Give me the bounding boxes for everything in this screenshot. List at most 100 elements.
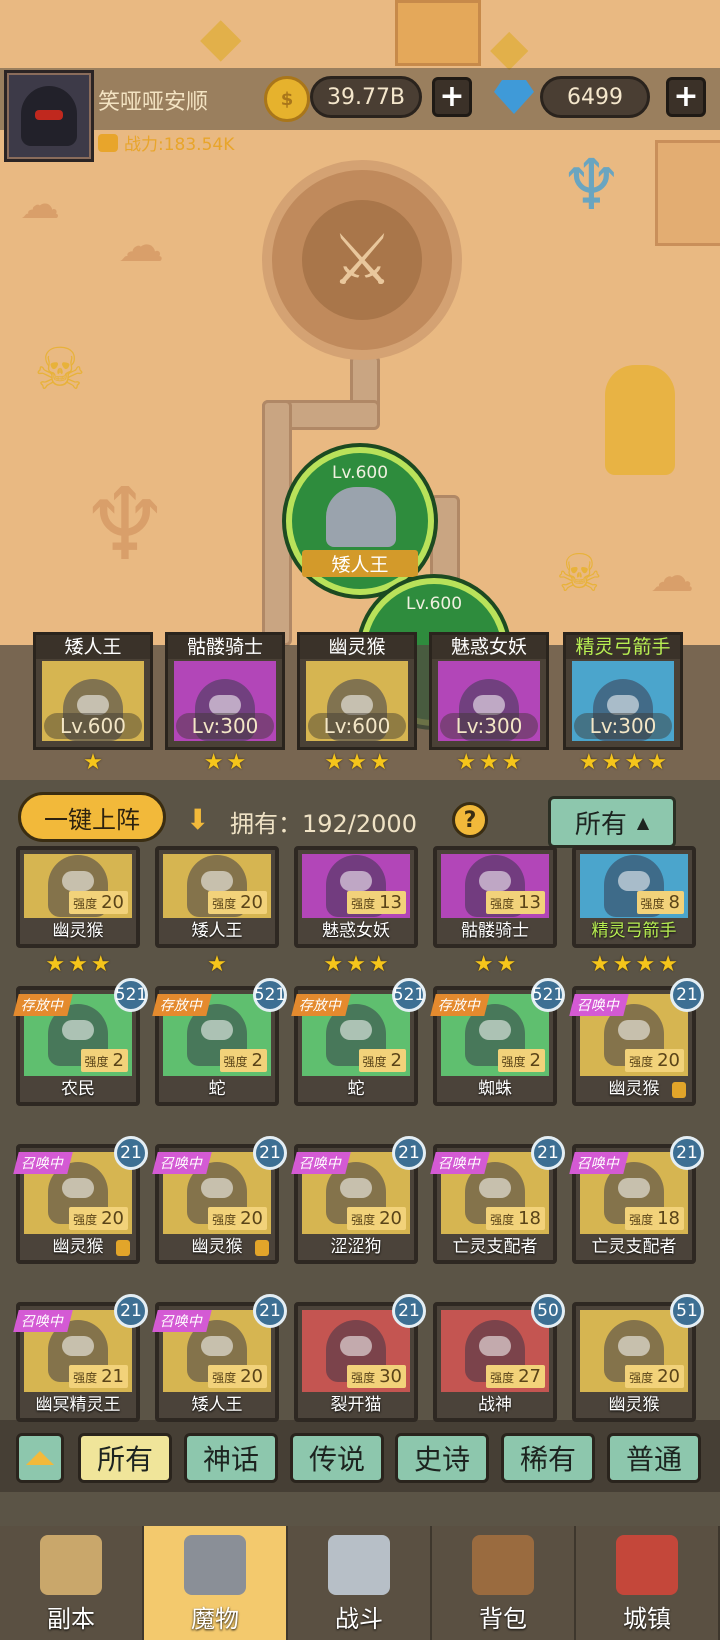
strength-label: 强度	[212, 1213, 237, 1227]
strength-label: 强度	[223, 1055, 248, 1069]
monster-card[interactable]: 强度 13 魅惑女妖	[294, 846, 418, 948]
building-icon	[655, 140, 720, 246]
monster-name: 魅惑女妖	[322, 921, 390, 941]
star-icon: ★	[601, 750, 622, 775]
monster-card[interactable]: 强度 20 矮人王	[155, 846, 279, 948]
star-icon: ★	[624, 750, 645, 775]
team-slot-level: Lv:600	[308, 713, 406, 739]
filter-dropdown[interactable]: 所有 ▲	[548, 796, 676, 848]
monster-count-badge: 21	[670, 978, 704, 1012]
battle-emblem[interactable]: ⚔	[262, 160, 462, 360]
monster-card[interactable]: 强度 13 骷髅骑士	[433, 846, 557, 948]
monster-card[interactable]: 强度 20 幽灵猴 召唤中 21	[13, 1136, 148, 1264]
monster-card[interactable]: 强度 2 蜘蛛 存放中 521	[430, 978, 565, 1106]
monster-card[interactable]: 强度 18 亡灵支配者 召唤中 21	[569, 1136, 704, 1264]
monster-card[interactable]: 强度 20 幽灵猴 召唤中 21	[152, 1136, 287, 1264]
strength-label: 强度	[212, 897, 237, 911]
nav-tab-4[interactable]: 背包	[432, 1526, 576, 1640]
add-gold-button[interactable]: +	[432, 77, 472, 117]
player-avatar[interactable]	[4, 70, 94, 162]
monster-card[interactable]: 强度 20 矮人王 召唤中 21	[152, 1294, 287, 1422]
star-icon: ★	[590, 952, 610, 977]
collapse-button[interactable]	[16, 1433, 64, 1483]
monster-card[interactable]: 强度 20 涩涩狗 召唤中 21	[291, 1136, 426, 1264]
rarity-filter-3[interactable]: 传说	[290, 1433, 384, 1483]
star-icon: ★	[612, 952, 633, 977]
stored-tag: 存放中	[430, 994, 490, 1016]
monster-count-badge: 521	[253, 978, 287, 1012]
strength-value: 13	[518, 892, 541, 913]
map-node-current[interactable]: Lv.600 矮人王	[286, 447, 434, 595]
strength-badge: 强度 2	[80, 1049, 128, 1072]
monster-card[interactable]: 强度 20 幽灵猴	[16, 846, 140, 948]
star-icon: ★	[45, 952, 66, 977]
nav-tab-label: 战斗	[335, 1605, 383, 1633]
summoning-tag: 召唤中	[430, 1152, 490, 1174]
nav-tab-2[interactable]: 魔物	[144, 1526, 288, 1640]
knight-helmet-icon	[184, 1535, 246, 1595]
monster-card[interactable]: 强度 30 裂开猫 21	[294, 1294, 426, 1422]
auto-deploy-button[interactable]: 一键上阵	[18, 792, 166, 842]
monster-card[interactable]: 强度 21 幽冥精灵王 召唤中 21	[13, 1294, 148, 1422]
rarity-filter-6[interactable]: 普通	[607, 1433, 701, 1483]
strength-badge: 强度 20	[208, 891, 267, 914]
strength-badge: 强度 20	[208, 1365, 267, 1388]
strength-badge: 强度 13	[347, 891, 406, 914]
strength-label: 强度	[351, 1371, 376, 1385]
summoning-tag: 召唤中	[569, 994, 629, 1016]
strength-label: 强度	[84, 1055, 109, 1069]
skull-icon: ☠	[556, 544, 603, 604]
add-gems-button[interactable]: +	[666, 77, 706, 117]
team-slot-4[interactable]: 魅惑女妖 Lv:300	[429, 632, 549, 750]
strength-badge: 强度 8	[636, 891, 684, 914]
team-slot-name: 精灵弓箭手	[566, 635, 680, 659]
star-icon: ★	[368, 952, 389, 977]
monster-name: 骷髅骑士	[461, 921, 529, 941]
strength-badge: 强度 13	[486, 891, 545, 914]
monster-card[interactable]: 强度 20 幽灵猴 召唤中 21	[569, 978, 704, 1106]
strength-badge: 强度 27	[486, 1365, 545, 1388]
monster-card[interactable]: 强度 2 蛇 存放中 521	[152, 978, 287, 1106]
nav-tab-1[interactable]: 副本	[0, 1526, 144, 1640]
town-shop-icon	[616, 1535, 678, 1595]
star-rating: ★ ★ ★ ★	[572, 954, 696, 976]
star-icon: ★	[226, 750, 247, 775]
monster-card[interactable]: 强度 8 精灵弓箭手	[572, 846, 696, 948]
team-slot-5[interactable]: 精灵弓箭手 Lv:300	[563, 632, 683, 750]
strength-value: 20	[657, 1050, 680, 1071]
nav-tab-3[interactable]: 战斗	[288, 1526, 432, 1640]
monster-card[interactable]: 强度 27 战神 50	[433, 1294, 565, 1422]
monster-card[interactable]: 强度 20 幽灵猴 51	[572, 1294, 704, 1422]
team-slot-2[interactable]: 骷髅骑士 Lv:300	[165, 632, 285, 750]
rarity-filter-1[interactable]: 所有	[78, 1433, 172, 1483]
summoning-tag: 召唤中	[291, 1152, 351, 1174]
star-icon: ★	[579, 750, 599, 775]
rarity-filter-4[interactable]: 史诗	[395, 1433, 489, 1483]
node-level: Lv.600	[405, 594, 463, 614]
rarity-filter-5[interactable]: 稀有	[501, 1433, 595, 1483]
team-slot-1[interactable]: 矮人王 Lv.600	[33, 632, 153, 750]
monster-count-badge: 521	[531, 978, 565, 1012]
strength-label: 强度	[490, 897, 515, 911]
gold-amount: 39.77B	[310, 76, 422, 118]
help-button[interactable]: ?	[452, 802, 488, 838]
strength-badge: 强度 20	[69, 1207, 128, 1230]
nav-tab-5[interactable]: 城镇	[576, 1526, 720, 1640]
strength-badge: 强度 20	[625, 1365, 684, 1388]
team-slot-level: Lv:300	[440, 713, 538, 739]
monster-card[interactable]: 强度 18 亡灵支配者 召唤中 21	[430, 1136, 565, 1264]
strength-label: 强度	[73, 897, 98, 911]
monster-card[interactable]: 强度 2 农民 存放中 521	[13, 978, 148, 1106]
strength-label: 强度	[73, 1213, 98, 1227]
monster-name: 农民	[61, 1079, 95, 1099]
monster-card[interactable]: 强度 2 蛇 存放中 521	[291, 978, 426, 1106]
star-icon: ★	[369, 750, 390, 775]
monster-name: 裂开猫	[330, 1395, 382, 1415]
rarity-filter-2[interactable]: 神话	[184, 1433, 278, 1483]
sort-down-icon[interactable]: ⬇	[186, 806, 216, 834]
cactus-icon: ♆	[560, 144, 623, 226]
team-slot-name: 矮人王	[36, 635, 150, 659]
star-icon: ★	[496, 952, 517, 977]
team-slot-3[interactable]: 幽灵猴 Lv:600	[297, 632, 417, 750]
cloud-icon: ☁	[20, 182, 60, 228]
